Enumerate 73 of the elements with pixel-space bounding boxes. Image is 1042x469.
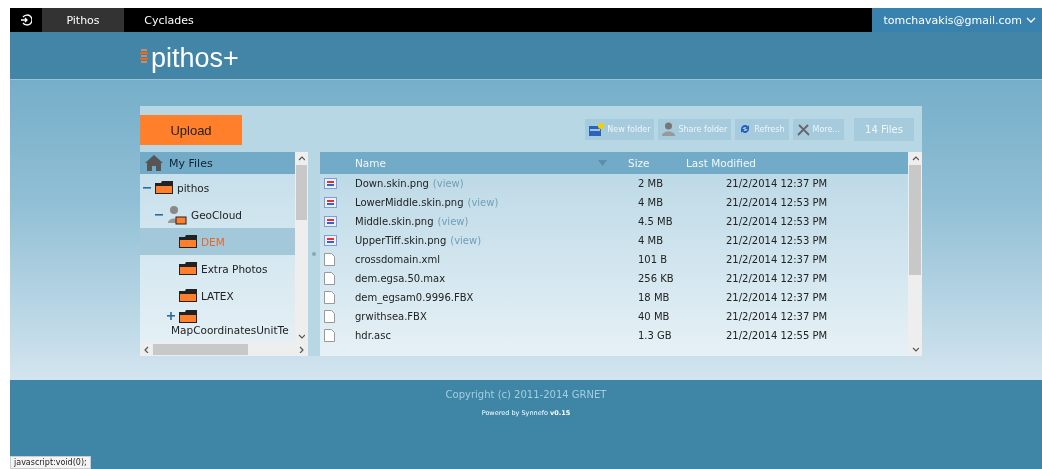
file-count: 14 Files — [854, 117, 914, 141]
tree-header[interactable]: My Files — [140, 152, 295, 174]
file-size: 18 MB — [638, 292, 671, 303]
tree-item[interactable]: MapCoordinatesUnitTe — [140, 309, 295, 336]
upload-button[interactable]: Upload — [140, 115, 242, 145]
file-name[interactable]: crossdomain.xml — [355, 254, 440, 265]
file-name[interactable]: Middle.skin.png — [355, 216, 434, 227]
file-size: 4 MB — [638, 235, 665, 246]
modified-date: 21/2/2014 12:37 PM — [726, 273, 829, 284]
folder-icon — [179, 309, 197, 323]
file-icon — [324, 329, 335, 342]
file-name[interactable]: hdr.asc — [355, 330, 391, 341]
file-icon — [324, 253, 335, 266]
image-file-icon — [324, 197, 337, 208]
file-name[interactable]: dem_egsam0.9996.FBX — [355, 292, 474, 303]
file-size: 101 B — [638, 254, 669, 265]
file-name[interactable]: UpperTiff.skin.png — [355, 235, 447, 246]
refresh-icon — [739, 123, 752, 135]
chevron-icon — [1026, 17, 1036, 23]
scrollbar[interactable] — [140, 343, 308, 356]
tree-item[interactable]: LATEX — [140, 282, 295, 309]
tree-item[interactable]: pithos — [140, 174, 295, 201]
scrollbar-thumb[interactable] — [909, 165, 921, 275]
modified-date: 21/2/2014 12:53 PM — [726, 197, 829, 208]
tree-root-label: My Files — [169, 156, 213, 170]
copyright-text: Copyright (c) 2011-2014 GRNET — [445, 389, 607, 400]
file-size: 2 MB — [638, 178, 665, 189]
status-url: javascript:void(0); — [10, 456, 91, 469]
image-file-icon — [324, 178, 337, 189]
file-size: 40 MB — [638, 311, 671, 322]
person-icon — [662, 122, 676, 136]
new-folder-icon — [589, 122, 605, 136]
file-size: 1.3 GB — [638, 330, 673, 341]
file-name[interactable]: Down.skin.png — [355, 178, 429, 189]
modified-date: 21/2/2014 12:55 PM — [726, 330, 829, 341]
scrollbar[interactable] — [908, 152, 922, 356]
file-name[interactable]: LowerMiddle.skin.png — [355, 197, 464, 208]
tree-item[interactable]: Extra Photos — [140, 255, 295, 282]
logout-icon[interactable] — [20, 14, 32, 26]
folder-icon — [179, 235, 197, 248]
tree-item[interactable]: GeoCloud — [140, 201, 295, 228]
file-icon — [324, 291, 335, 304]
scrollbar-thumb[interactable] — [296, 165, 307, 220]
file-size: 4.5 MB — [638, 216, 674, 227]
scrollbar-thumb[interactable] — [153, 344, 248, 355]
modified-date: 21/2/2014 12:53 PM — [726, 235, 829, 246]
nav-tab[interactable]: Pithos — [42, 8, 124, 32]
nav-tab[interactable]: Cyclades — [124, 8, 214, 32]
modified-date: 21/2/2014 12:37 PM — [726, 178, 829, 189]
folder-icon — [179, 262, 197, 275]
file-icon — [324, 310, 335, 323]
splitter-handle-icon[interactable] — [312, 252, 316, 256]
folder-icon — [155, 181, 173, 194]
folder-icon — [179, 289, 197, 302]
shared-folder-icon — [167, 204, 187, 225]
file-name[interactable]: grwithsea.FBX — [355, 311, 427, 322]
image-file-icon — [324, 235, 337, 246]
expand-icon[interactable] — [167, 312, 175, 321]
scrollbar[interactable] — [295, 152, 308, 343]
modified-date: 21/2/2014 12:37 PM — [726, 311, 829, 322]
file-size: 256 KB — [638, 273, 675, 284]
logo-icon — [140, 46, 148, 65]
file-icon — [324, 272, 335, 285]
modified-date: 21/2/2014 12:37 PM — [726, 292, 829, 303]
home-icon — [145, 155, 163, 171]
logo-text: pithos+ — [151, 43, 239, 74]
tools-icon — [796, 122, 810, 136]
modified-date: 21/2/2014 12:37 PM — [726, 254, 829, 265]
modified-date: 21/2/2014 12:53 PM — [726, 216, 829, 227]
file-name[interactable]: dem.egsa.50.max — [355, 273, 446, 284]
account-menu[interactable]: tomchavakis@gmail.com — [872, 8, 1042, 32]
image-file-icon — [324, 216, 337, 227]
file-size: 4 MB — [638, 197, 665, 208]
